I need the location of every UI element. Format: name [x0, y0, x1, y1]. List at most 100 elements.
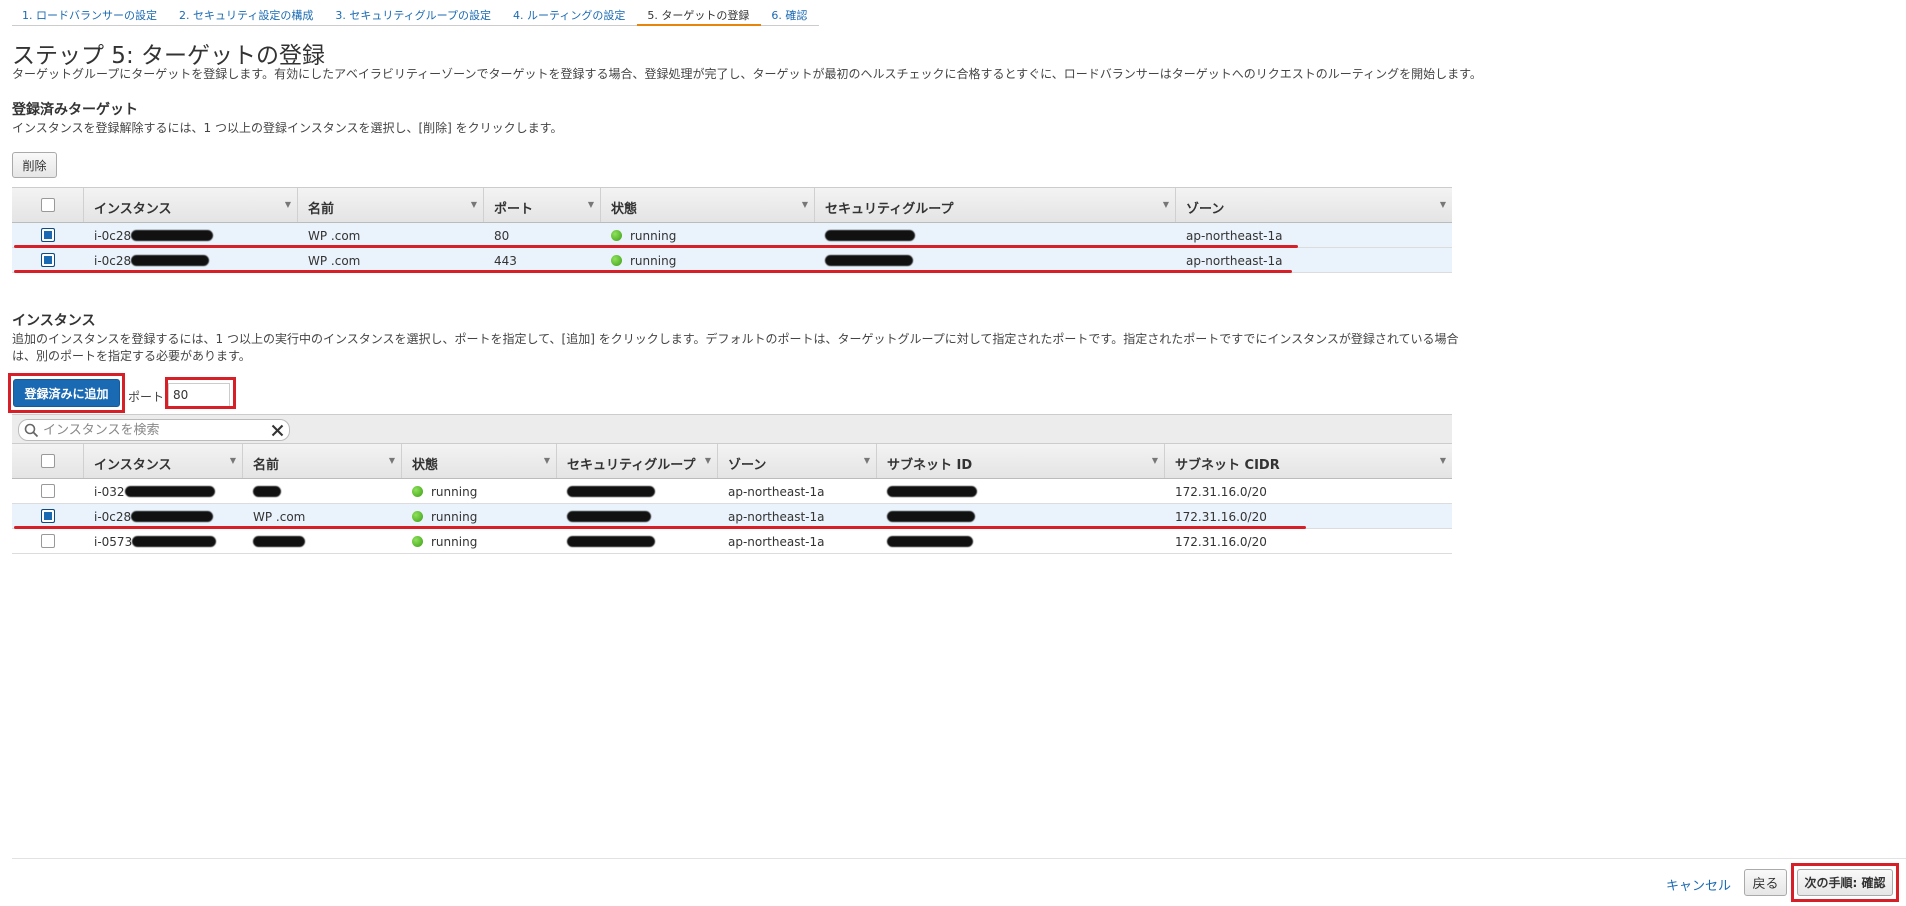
table-row[interactable]: i-032 running ap-northeast-1a 172.31.16.… — [12, 479, 1452, 504]
sort-caret-icon: ▼ — [704, 456, 711, 465]
col-instance[interactable]: インスタンス ▼ — [84, 444, 243, 478]
redaction-mark — [887, 486, 977, 497]
col-subnet-cidr[interactable]: サブネット CIDR ▼ — [1165, 444, 1452, 478]
col-state[interactable]: 状態 ▼ — [402, 444, 557, 478]
select-all-checkbox[interactable] — [40, 198, 55, 212]
sort-caret-icon: ▼ — [470, 200, 477, 209]
row-checkbox[interactable] — [41, 228, 55, 242]
subnet-cidr-cell: 172.31.16.0/20 — [1175, 535, 1267, 549]
wizard-step-6[interactable]: 6. 確認 — [761, 0, 820, 26]
table-row[interactable]: i-0573 running ap-northeast-1a 172.31.16… — [12, 529, 1452, 554]
col-label: 状態 — [412, 458, 439, 473]
row-checkbox-cell — [12, 248, 84, 272]
wizard-step-4[interactable]: 4. ルーティングの設定 — [503, 0, 638, 26]
col-port[interactable]: ポート ▼ — [484, 188, 601, 222]
redaction-mark — [124, 486, 215, 497]
search-icon — [24, 423, 39, 438]
instance-cell: i-0c28 — [84, 504, 243, 528]
cancel-link[interactable]: キャンセル — [1666, 875, 1731, 894]
col-label: 名前 — [308, 202, 335, 217]
back-button[interactable]: 戻る — [1744, 869, 1787, 896]
col-security-group[interactable]: セキュリティグループ ▼ — [557, 444, 718, 478]
redaction-mark — [825, 230, 915, 241]
col-label: インスタンス — [94, 202, 172, 217]
wizard-step-5[interactable]: 5. ターゲットの登録 — [637, 0, 762, 26]
redaction-mark — [567, 486, 655, 497]
col-security-group[interactable]: セキュリティグループ ▼ — [815, 188, 1176, 222]
wizard-step-2[interactable]: 2. セキュリティ設定の構成 — [169, 0, 326, 26]
subnet-id-cell — [877, 529, 1165, 553]
col-label: ゾーン — [1186, 202, 1225, 217]
port-label: ポート — [128, 390, 165, 404]
select-all-cell — [12, 444, 84, 478]
running-status-icon — [611, 230, 622, 241]
col-label: セキュリティグループ — [567, 458, 696, 473]
annotation-underline — [14, 245, 1298, 248]
instance-id: i-032 — [94, 485, 125, 499]
col-label: ポート — [494, 202, 534, 217]
zone-cell: ap-northeast-1a — [728, 485, 825, 499]
state-cell: running — [402, 479, 557, 503]
add-to-registered-button[interactable]: 登録済みに追加 — [13, 379, 120, 407]
col-label: サブネット CIDR — [1175, 458, 1280, 473]
search-box — [18, 419, 290, 441]
col-zone[interactable]: ゾーン ▼ — [718, 444, 877, 478]
sort-caret-icon: ▼ — [543, 456, 550, 465]
col-instance[interactable]: インスタンス ▼ — [84, 188, 298, 222]
security-group-cell — [815, 248, 1176, 272]
close-icon[interactable] — [271, 424, 284, 437]
state-text: running — [431, 535, 478, 549]
zone-cell: ap-northeast-1a — [728, 535, 825, 549]
select-all-checkbox[interactable] — [40, 454, 55, 468]
row-checkbox[interactable] — [41, 253, 55, 267]
running-status-icon — [412, 511, 423, 522]
wizard-step-3[interactable]: 3. セキュリティグループの設定 — [325, 0, 504, 26]
col-subnet-id[interactable]: サブネット ID ▼ — [877, 444, 1165, 478]
security-group-cell — [557, 504, 718, 528]
page-description: ターゲットグループにターゲットを登録します。有効にしたアベイラビリティーゾーンで… — [12, 67, 1482, 81]
next-review-button[interactable]: 次の手順: 確認 — [1797, 869, 1893, 896]
instance-cell: i-032 — [84, 479, 243, 503]
instances-instruction: 追加のインスタンスを登録するには、1 つ以上の実行中のインスタンスを選択し、ポー… — [12, 332, 1459, 363]
sort-caret-icon: ▼ — [863, 456, 870, 465]
security-group-cell — [557, 479, 718, 503]
row-checkbox[interactable] — [41, 534, 55, 548]
table-header: インスタンス ▼ 名前 ▼ ポート ▼ 状態 ▼ セキュリティグループ ▼ ゾーン ▼ — [12, 187, 1452, 223]
search-input[interactable] — [43, 422, 263, 438]
footer-divider — [12, 858, 1906, 859]
instance-cell: i-0c28 — [84, 223, 298, 247]
annotation-underline — [14, 270, 1292, 273]
row-checkbox[interactable] — [41, 509, 55, 523]
port-cell: 80 — [494, 229, 510, 243]
state-cell: running — [601, 223, 815, 247]
wizard-step-1[interactable]: 1. ロードバランサーの設定 — [12, 0, 169, 26]
col-name[interactable]: 名前 ▼ — [243, 444, 402, 478]
col-zone[interactable]: ゾーン ▼ — [1176, 188, 1452, 222]
redaction-mark — [887, 511, 975, 522]
instances-table: インスタンス ▼ 名前 ▼ 状態 ▼ セキュリティグループ ▼ ゾーン ▼ サブネット I… — [12, 443, 1452, 554]
row-checkbox[interactable] — [41, 484, 55, 498]
col-state[interactable]: 状態 ▼ — [601, 188, 815, 222]
instance-cell: i-0c28 — [84, 248, 298, 272]
security-group-cell — [557, 529, 718, 553]
state-text: running — [431, 485, 478, 499]
subnet-cidr-cell: 172.31.16.0/20 — [1175, 485, 1267, 499]
instance-id: i-0c28 — [94, 510, 132, 524]
sort-caret-icon: ▼ — [1439, 200, 1446, 209]
redaction-mark — [131, 230, 214, 241]
port-input[interactable] — [168, 383, 230, 407]
zone-cell: ap-northeast-1a — [728, 510, 825, 524]
row-checkbox-cell — [12, 504, 84, 528]
col-name[interactable]: 名前 ▼ — [298, 188, 484, 222]
registered-targets-heading: 登録済みターゲット — [12, 102, 138, 118]
zone-cell: ap-northeast-1a — [1186, 254, 1283, 268]
redaction-mark — [567, 511, 651, 522]
subnet-id-cell — [877, 479, 1165, 503]
remove-button[interactable]: 削除 — [12, 152, 57, 178]
name-cell: WP .com — [308, 229, 361, 243]
state-text: running — [630, 229, 677, 243]
col-label: セキュリティグループ — [825, 202, 954, 217]
state-text: running — [431, 510, 478, 524]
security-group-cell — [815, 223, 1176, 247]
redaction-mark — [253, 486, 281, 497]
